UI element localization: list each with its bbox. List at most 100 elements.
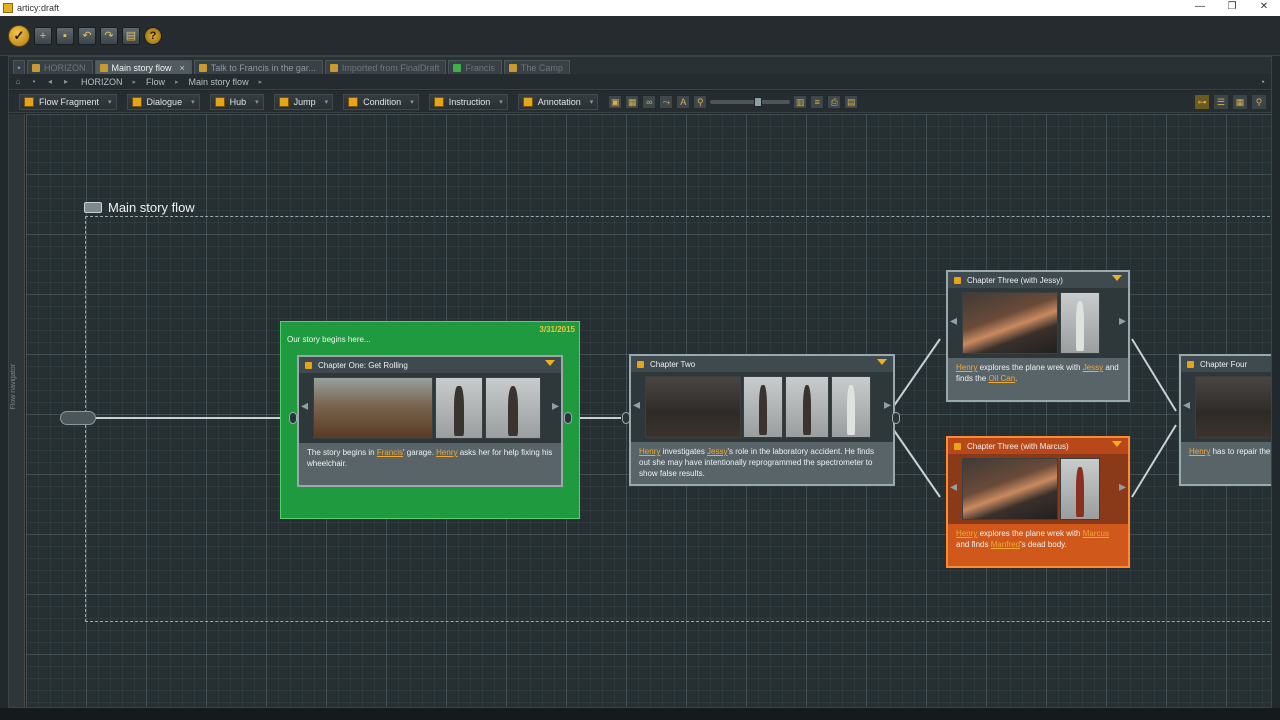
redo-icon[interactable]: ↷ <box>100 26 118 45</box>
output-pin[interactable] <box>564 412 572 424</box>
tab-imported-from-finaldraft[interactable]: Imported from FinalDraft <box>324 60 447 74</box>
export-icon[interactable]: ▤ <box>122 26 140 45</box>
node-media: ◂ ▸ <box>948 454 1128 524</box>
help-icon[interactable]: ? <box>144 26 162 45</box>
collapse-icon[interactable] <box>877 359 887 365</box>
entity-link[interactable]: Jessy <box>1083 363 1103 372</box>
node-chapter-one[interactable]: Chapter One: Get Rolling ◂ ▸ The story b… <box>297 355 563 487</box>
export-image-icon[interactable]: ⎙ <box>827 94 842 109</box>
breadcrumb-main-story-flow[interactable]: Main story flow <box>185 77 253 87</box>
previous-image-icon[interactable]: ◂ <box>1183 396 1190 413</box>
tab-horizon[interactable]: HORIZON <box>27 60 93 74</box>
chevron-down-icon[interactable]: ▾ <box>590 98 594 106</box>
node-chapter-three-jessy[interactable]: Chapter Three (with Jessy) ◂ ▸ Henry exp… <box>946 270 1130 402</box>
entity-link[interactable]: Francis <box>377 448 403 457</box>
input-pin[interactable] <box>289 412 297 424</box>
connector-icon[interactable]: ⤳ <box>659 94 674 109</box>
node-chapter-two[interactable]: Chapter Two ◂ ▸ Henry investigates Jessy… <box>629 354 895 486</box>
next-image-icon[interactable]: ▸ <box>1119 478 1126 495</box>
zoom-slider[interactable] <box>710 96 791 107</box>
chevron-down-icon[interactable]: ▾ <box>255 98 259 106</box>
entity-link[interactable]: Manfred <box>991 540 1020 549</box>
input-pin[interactable] <box>622 412 630 424</box>
previous-image-icon[interactable]: ◂ <box>633 396 640 413</box>
spellcheck-icon[interactable]: A <box>676 94 691 109</box>
minimize-button[interactable]: — <box>1184 0 1216 16</box>
output-pin[interactable] <box>892 412 900 424</box>
undo-icon[interactable]: ↶ <box>78 26 96 45</box>
condition-button[interactable]: Condition ▾ <box>343 93 419 110</box>
previous-image-icon[interactable]: ◂ <box>301 397 308 414</box>
instruction-button[interactable]: Instruction ▾ <box>428 93 508 110</box>
tab-main-story-flow[interactable]: Main story flow × <box>94 60 192 74</box>
collapse-icon[interactable] <box>1112 441 1122 447</box>
close-window-button[interactable]: ✕ <box>1248 0 1280 16</box>
forward-icon[interactable]: ▸ <box>61 77 71 86</box>
settings-icon[interactable]: ▤ <box>844 94 859 109</box>
zoom-slider-thumb[interactable] <box>754 96 763 107</box>
previous-image-icon[interactable]: ◂ <box>950 478 957 495</box>
entity-link[interactable]: Jessy <box>707 447 727 456</box>
tab-francis[interactable]: Francis <box>448 60 502 74</box>
jump-button[interactable]: Jump ▾ <box>273 93 334 110</box>
chevron-down-icon[interactable]: ▾ <box>499 98 503 106</box>
chevron-down-icon[interactable]: ▾ <box>191 98 195 106</box>
chevron-down-icon[interactable]: ▾ <box>325 98 329 106</box>
tab-talk-to-francis[interactable]: Talk to Francis in the gar... <box>193 60 323 74</box>
new-icon[interactable]: + <box>34 26 52 45</box>
back-icon[interactable]: ◂ <box>45 77 55 86</box>
breadcrumb-horizon[interactable]: HORIZON <box>77 77 127 87</box>
dialogue-button[interactable]: Dialogue ▾ <box>126 93 200 110</box>
app-menu-icon[interactable]: ✓ <box>8 24 30 47</box>
feed-icon[interactable]: ◔ <box>1260 77 1265 87</box>
copy-icon[interactable]: ▣ <box>608 94 623 109</box>
grid-view-icon[interactable]: ▦ <box>1232 94 1248 110</box>
close-tab-icon[interactable]: × <box>180 63 185 73</box>
home-icon[interactable]: ⌂ <box>13 77 23 86</box>
collapse-icon[interactable] <box>1112 275 1122 281</box>
next-image-icon[interactable]: ▸ <box>1119 312 1126 329</box>
flow-fragment-button[interactable]: Flow Fragment ▾ <box>19 93 117 110</box>
next-image-icon[interactable]: ▸ <box>552 397 559 414</box>
zoom-icon[interactable]: ⚲ <box>693 94 708 109</box>
previous-image-icon[interactable]: ◂ <box>950 312 957 329</box>
paste-icon[interactable]: ▦ <box>625 94 640 109</box>
tab-menu-icon[interactable]: • <box>13 60 25 74</box>
entity-link[interactable]: Marcus <box>1083 529 1109 538</box>
maximize-button[interactable]: ❐ <box>1216 0 1248 16</box>
flow-navigator-panel[interactable]: Flow navigator <box>9 114 25 707</box>
flow-start-pin[interactable] <box>60 411 96 425</box>
list-icon[interactable]: ≡ <box>810 94 825 109</box>
node-header: Chapter Two <box>631 356 893 372</box>
node-chapter-three-marcus[interactable]: Chapter Three (with Marcus) ◂ ▸ Henry ex… <box>946 436 1130 568</box>
flow-navigator-label[interactable]: Flow navigator <box>10 364 17 410</box>
save-icon[interactable]: ▪ <box>56 26 74 45</box>
status-bar <box>0 708 1280 720</box>
link-icon[interactable]: ∞ <box>642 94 657 109</box>
entity-link[interactable]: Henry <box>956 363 977 372</box>
breadcrumb-flow[interactable]: Flow <box>142 77 169 87</box>
flow-canvas[interactable]: Main story flow Our story begins here...… <box>26 114 1271 707</box>
entity-link[interactable]: Henry <box>639 447 660 456</box>
flow-view-icon[interactable]: ⊶ <box>1194 94 1210 110</box>
annotation-button[interactable]: Annotation ▾ <box>517 93 599 110</box>
breadcrumb-separator-icon[interactable]: ▸ <box>133 78 137 86</box>
chevron-down-icon[interactable]: ▾ <box>410 98 414 106</box>
chevron-down-icon[interactable]: ▾ <box>108 98 112 106</box>
next-image-icon[interactable]: ▸ <box>884 396 891 413</box>
nav-dot-icon[interactable]: • <box>29 77 39 86</box>
intro-fragment[interactable]: Our story begins here... 3/31/2015 Chapt… <box>280 321 580 519</box>
list-view-icon[interactable]: ☰ <box>1213 94 1229 110</box>
entity-link[interactable]: Oil Can <box>988 374 1015 383</box>
entity-link[interactable]: Henry <box>1189 447 1210 456</box>
tab-the-camp[interactable]: The Camp <box>503 60 570 74</box>
layout-icon[interactable]: ▥ <box>793 94 808 109</box>
breadcrumb-separator-icon[interactable]: ▸ <box>259 78 263 86</box>
hub-button[interactable]: Hub ▾ <box>209 93 264 110</box>
entity-link[interactable]: Henry <box>436 448 457 457</box>
collapse-icon[interactable] <box>545 360 555 366</box>
breadcrumb-separator-icon[interactable]: ▸ <box>175 78 179 86</box>
entity-link[interactable]: Henry <box>956 529 977 538</box>
search-icon[interactable]: ⚲ <box>1251 94 1267 110</box>
node-chapter-four[interactable]: Chapter Four ◂ Henry has to repair the p… <box>1179 354 1271 486</box>
